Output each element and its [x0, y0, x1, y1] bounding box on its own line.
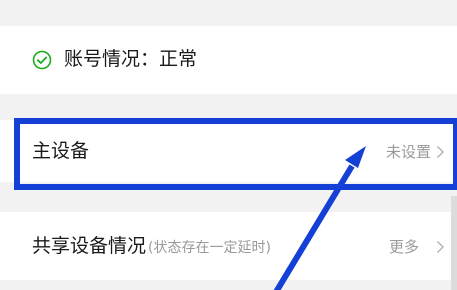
account-status-text: 账号情况：正常 [64, 48, 198, 70]
highlight-box [14, 118, 457, 190]
shared-devices-row[interactable]: 共享设备情况 (状态存在一定延时) 更多 [0, 212, 457, 280]
scrollbar[interactable] [451, 196, 457, 290]
account-status-row: 账号情况：正常 [0, 26, 457, 94]
shared-devices-note: (状态存在一定延时) [148, 240, 271, 256]
chevron-right-icon [437, 241, 444, 253]
shared-devices-more: 更多 [388, 238, 419, 256]
shared-devices-label: 共享设备情况 (状态存在一定延时) [32, 233, 271, 261]
check-circle-icon [32, 50, 52, 70]
shared-devices-title: 共享设备情况 [32, 235, 147, 257]
top-spacer [0, 0, 457, 26]
